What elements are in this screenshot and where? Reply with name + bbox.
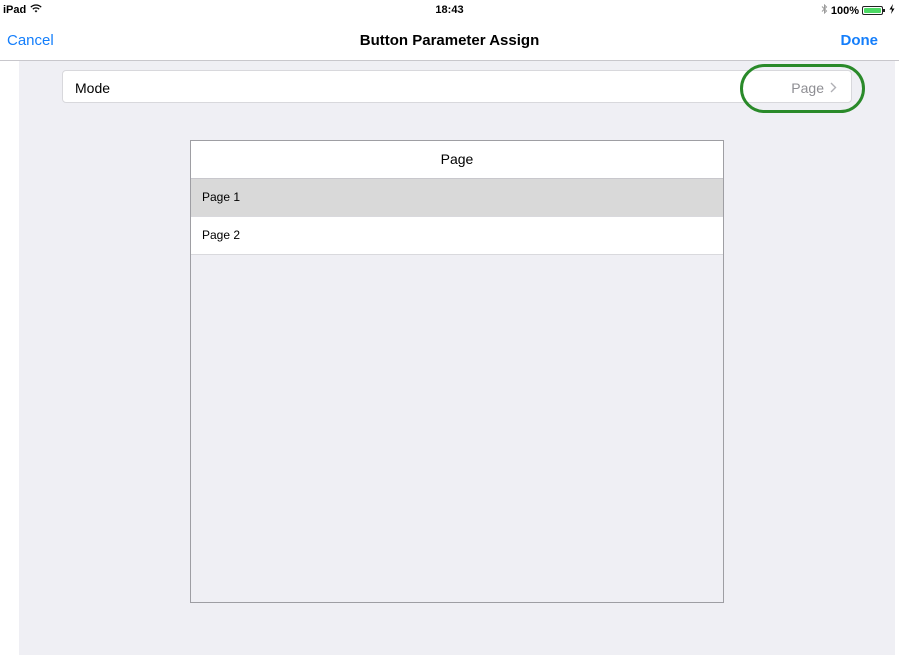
done-button[interactable]: Done bbox=[841, 32, 879, 49]
battery-percent: 100% bbox=[830, 4, 859, 17]
bluetooth-icon bbox=[821, 3, 828, 17]
page-title: Button Parameter Assign bbox=[359, 32, 540, 49]
nav-bar: Cancel Button Parameter Assign Done bbox=[0, 20, 899, 61]
picker-header: Page bbox=[191, 141, 723, 179]
status-time: 18:43 bbox=[435, 4, 464, 16]
battery-fill bbox=[864, 8, 881, 13]
mode-label: Mode bbox=[75, 80, 111, 96]
content-area: Mode Page Page Page 1 Page 2 bbox=[19, 61, 895, 655]
status-bar: iPad 18:43 100% bbox=[0, 0, 899, 20]
screen: iPad 18:43 100% Cancel Button Parameter … bbox=[0, 0, 899, 655]
picker-row-page-2[interactable]: Page 2 bbox=[191, 217, 723, 255]
mode-value-button[interactable]: Page bbox=[791, 80, 837, 96]
battery-icon bbox=[862, 6, 885, 15]
mode-row[interactable]: Mode Page bbox=[62, 70, 852, 103]
status-right: 100% bbox=[821, 3, 895, 17]
chevron-right-icon bbox=[830, 80, 837, 96]
mode-value: Page bbox=[791, 80, 824, 96]
picker-row-page-1[interactable]: Page 1 bbox=[191, 179, 723, 217]
page-picker: Page Page 1 Page 2 bbox=[190, 140, 724, 603]
charging-icon bbox=[889, 4, 895, 17]
